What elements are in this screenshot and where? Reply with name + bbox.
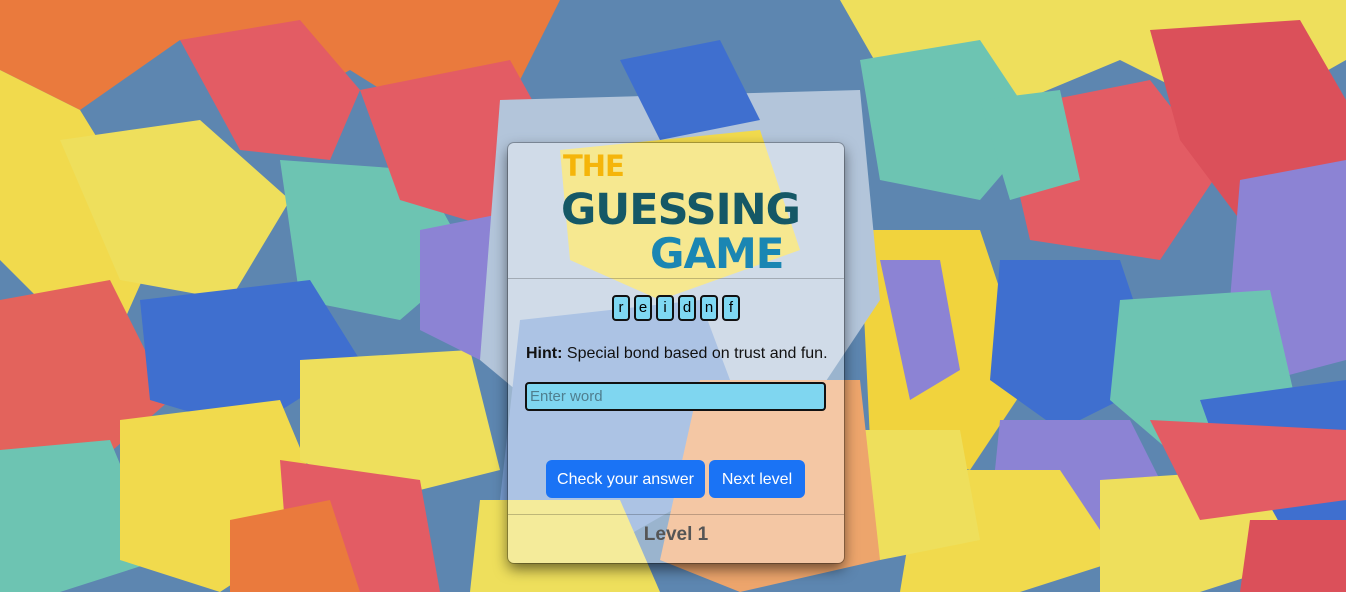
letter-tile: r — [612, 295, 630, 321]
divider-bottom — [508, 514, 844, 515]
logo-line-game: GAME — [650, 229, 784, 278]
hint-body: Special bond based on trust and fun. — [566, 345, 828, 362]
letter-tile: e — [634, 295, 652, 321]
next-level-button[interactable]: Next level — [709, 460, 805, 498]
letter-tile: i — [656, 295, 674, 321]
letter-tile: n — [700, 295, 718, 321]
level-indicator: Level 1 — [643, 524, 709, 545]
letter-tile: f — [722, 295, 740, 321]
scrambled-letters: r e i d n f — [508, 295, 844, 325]
game-card: THE GUESSING GAME r e i d n f Hint: Spec… — [508, 143, 844, 563]
logo-line-the: THE — [563, 149, 625, 183]
logo-line-guessing: GUESSING — [561, 185, 801, 235]
hint-text: Hint: Special bond based on trust and fu… — [526, 345, 836, 363]
letter-tile: d — [678, 295, 696, 321]
check-answer-button[interactable]: Check your answer — [546, 460, 705, 498]
guessing-game-logo: THE GUESSING GAME — [561, 149, 801, 278]
divider-top — [508, 278, 844, 279]
hint-label: Hint: — [526, 345, 563, 362]
answer-input[interactable] — [525, 382, 826, 411]
